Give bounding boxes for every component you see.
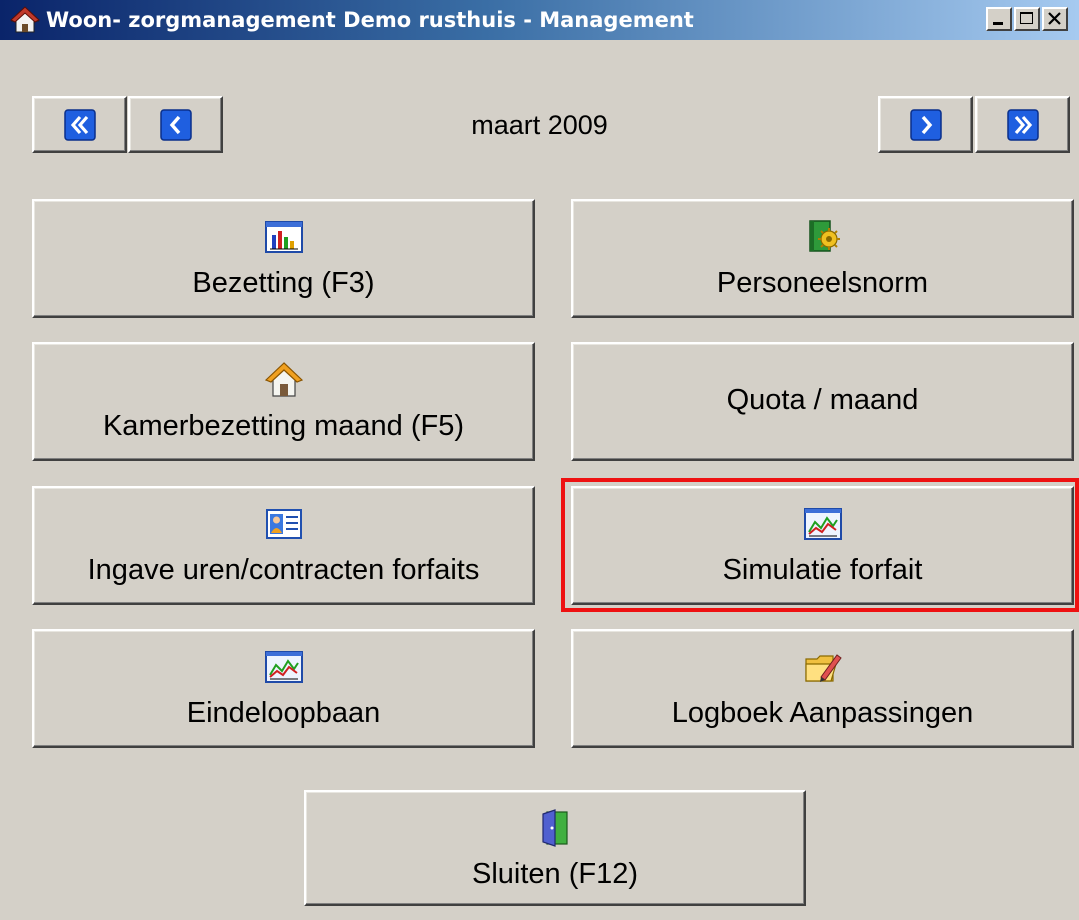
next-month-button[interactable] [878, 96, 973, 153]
personeelsnorm-label: Personeelsnorm [716, 267, 929, 299]
line-chart-icon [803, 508, 842, 540]
book-gear-icon [808, 220, 840, 252]
minimize-icon [993, 22, 1003, 25]
window-title: Woon- zorgmanagement Demo rusthuis - Man… [46, 8, 694, 32]
quota-maand-label: Quota / maand [726, 384, 919, 416]
maximize-icon [1020, 12, 1033, 24]
ingave-uren-contracten-button[interactable]: Ingave uren/contracten forfaits [32, 486, 535, 605]
simulatie-forfait-button[interactable]: Simulatie forfait [571, 486, 1074, 605]
simulatie-forfait-label: Simulatie forfait [722, 554, 923, 586]
house-icon [264, 362, 303, 397]
close-button[interactable] [1042, 7, 1068, 31]
maximize-button[interactable] [1014, 7, 1040, 31]
kamerbezetting-label: Kamerbezetting maand (F5) [102, 410, 465, 442]
logboek-aanpassingen-label: Logboek Aanpassingen [671, 697, 974, 729]
folder-pencil-icon [804, 654, 842, 682]
bezetting-label: Bezetting (F3) [192, 267, 375, 299]
chevron-right-icon [909, 108, 942, 141]
double-chevron-right-icon [1006, 108, 1039, 141]
quota-maand-button[interactable]: Quota / maand [571, 342, 1074, 461]
minimize-button[interactable] [986, 7, 1012, 31]
bar-chart-icon [264, 221, 303, 253]
ingave-uren-contracten-label: Ingave uren/contracten forfaits [87, 554, 480, 586]
title-bar: Woon- zorgmanagement Demo rusthuis - Man… [0, 0, 1079, 40]
kamerbezetting-button[interactable]: Kamerbezetting maand (F5) [32, 342, 535, 461]
sluiten-button[interactable]: Sluiten (F12) [304, 790, 806, 906]
close-icon [1048, 12, 1061, 25]
contact-card-icon [265, 509, 302, 539]
line-chart-icon [264, 651, 303, 683]
door-exit-icon [542, 809, 568, 847]
bezetting-button[interactable]: Bezetting (F3) [32, 199, 535, 318]
house-app-icon [10, 6, 40, 33]
eindeloopbaan-button[interactable]: Eindeloopbaan [32, 629, 535, 748]
eindeloopbaan-label: Eindeloopbaan [186, 697, 381, 729]
personeelsnorm-button[interactable]: Personeelsnorm [571, 199, 1074, 318]
last-month-button[interactable] [975, 96, 1070, 153]
sluiten-label: Sluiten (F12) [471, 858, 638, 890]
logboek-aanpassingen-button[interactable]: Logboek Aanpassingen [571, 629, 1074, 748]
